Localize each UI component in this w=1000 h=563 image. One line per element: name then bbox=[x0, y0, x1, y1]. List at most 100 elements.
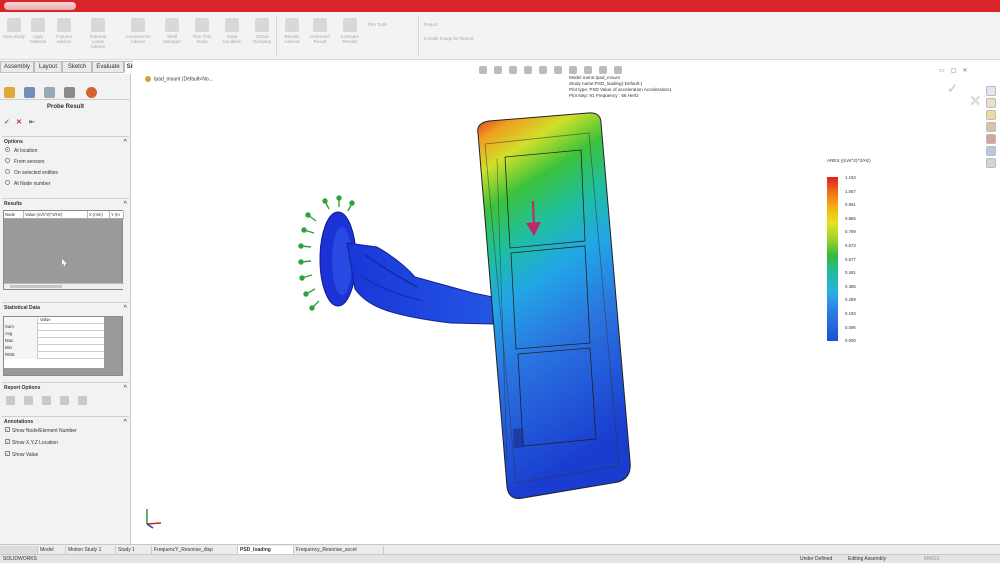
annotations-header[interactable]: Annotations ^ bbox=[2, 416, 129, 426]
initial-condition-button[interactable]: Initial Condition bbox=[218, 18, 246, 44]
task-pane-tabs bbox=[986, 86, 998, 170]
legend-value: 0.961 bbox=[845, 202, 856, 208]
col-node[interactable]: Node bbox=[4, 211, 24, 218]
col-x[interactable]: X (mm) bbox=[88, 211, 110, 218]
results-table-header: Node Value (m/s^2)^2/Hz) X (mm) Y (m bbox=[4, 211, 124, 219]
tab-assembly[interactable]: Assembly bbox=[0, 61, 34, 73]
panel-tab-icons bbox=[0, 84, 131, 100]
stats-header-row: Value bbox=[4, 317, 104, 324]
legend-title: ARES ((m/s^2)^2/Hz) bbox=[827, 158, 871, 163]
tab-layout[interactable]: Layout bbox=[34, 61, 62, 73]
stats-row: Min bbox=[4, 345, 104, 352]
results-section-header[interactable]: Results ^ bbox=[2, 198, 129, 208]
save-report-icon[interactable] bbox=[6, 396, 15, 405]
appearances-icon[interactable] bbox=[986, 134, 996, 144]
legend-value: 0.385 bbox=[845, 283, 856, 289]
ribbon-separator bbox=[276, 16, 277, 56]
options-section-header[interactable]: Options ^ bbox=[2, 136, 129, 146]
radio-icon bbox=[5, 158, 10, 164]
fixtures-advisor-button[interactable]: Fixtures Advisor bbox=[50, 18, 78, 44]
show-xyz-location-checkbox[interactable]: ✓ Show X,Y,Z Location bbox=[5, 439, 58, 447]
scrollbar-thumb[interactable] bbox=[10, 285, 62, 288]
stats-row: Max bbox=[4, 338, 104, 345]
external-loads-advisor-button[interactable]: External Loads Advisor bbox=[84, 18, 112, 49]
option-selected-entities[interactable]: On selected entities bbox=[5, 169, 58, 177]
view-palette-icon[interactable] bbox=[986, 122, 996, 132]
initial-icon bbox=[225, 18, 239, 32]
shell-manager-button[interactable]: Shell Manager bbox=[158, 18, 186, 44]
connections-icon bbox=[131, 18, 145, 32]
include-image-button[interactable]: Include Image for Report bbox=[424, 36, 514, 41]
compare-results-button[interactable]: Compare Results bbox=[336, 18, 364, 44]
apply-material-button[interactable]: Apply Material bbox=[24, 18, 52, 44]
graph-icon[interactable] bbox=[42, 396, 51, 405]
report-options-header[interactable]: Report Options ^ bbox=[2, 382, 129, 392]
deformed-icon bbox=[313, 18, 327, 32]
radio-icon bbox=[5, 169, 10, 175]
pin-icon[interactable]: ⇤ bbox=[29, 118, 35, 126]
panel-title: Probe Result bbox=[46, 104, 84, 110]
collapse-chevron-icon[interactable]: ^ bbox=[123, 199, 127, 209]
ok-check-icon[interactable]: ✓ bbox=[4, 118, 10, 126]
tab-sketch[interactable]: Sketch bbox=[62, 61, 92, 73]
cancel-x-icon[interactable]: ✕ bbox=[16, 118, 22, 126]
collapse-chevron-icon[interactable]: ^ bbox=[123, 417, 127, 427]
status-editing-mode: Editing Assembly bbox=[848, 556, 887, 562]
collapse-chevron-icon[interactable]: ^ bbox=[123, 137, 127, 147]
results-table[interactable]: Node Value (m/s^2)^2/Hz) X (mm) Y (m bbox=[3, 210, 124, 290]
design-library-icon[interactable] bbox=[986, 98, 996, 108]
property-manager-icon[interactable] bbox=[24, 87, 35, 98]
shell-icon bbox=[165, 18, 179, 32]
custom-properties-icon[interactable] bbox=[986, 146, 996, 156]
option-node-number[interactable]: At Node number bbox=[5, 180, 50, 188]
legend-value: 0.193 bbox=[845, 311, 856, 316]
resources-icon[interactable] bbox=[986, 86, 996, 96]
export-icon[interactable] bbox=[78, 396, 87, 405]
collapse-chevron-icon[interactable]: ^ bbox=[123, 303, 127, 313]
feature-tree-icon[interactable] bbox=[4, 87, 15, 98]
stats-row: Avg bbox=[4, 331, 104, 338]
checkbox-checked-icon: ✓ bbox=[5, 451, 10, 457]
file-explorer-icon[interactable] bbox=[986, 110, 996, 120]
show-value-checkbox[interactable]: ✓ Show Value bbox=[5, 451, 38, 459]
legend-color-bar bbox=[827, 177, 838, 341]
chart-icon[interactable] bbox=[24, 396, 33, 405]
coordinate-triad-icon bbox=[146, 509, 162, 529]
status-app-name: SOLIDWORKS bbox=[3, 556, 37, 562]
checkbox-checked-icon: ✓ bbox=[5, 427, 10, 433]
statistical-data-header[interactable]: Statistical Data ^ bbox=[2, 302, 129, 312]
sensor-icon[interactable] bbox=[60, 396, 69, 405]
damping-icon bbox=[255, 18, 269, 32]
connections-advisor-button[interactable]: Connections Advisor bbox=[124, 18, 152, 44]
stats-row: RMS bbox=[4, 352, 104, 359]
col-y[interactable]: Y (m bbox=[110, 211, 124, 218]
loads-icon bbox=[91, 18, 105, 32]
display-manager-icon[interactable] bbox=[86, 87, 97, 98]
results-scrollbar[interactable] bbox=[4, 283, 124, 289]
show-node-number-checkbox[interactable]: ✓ Show Node/Element Number bbox=[5, 427, 77, 435]
legend-value: 0.577 bbox=[845, 256, 856, 262]
legend-value: 0.096 bbox=[845, 324, 856, 330]
configuration-manager-icon[interactable] bbox=[44, 87, 55, 98]
results-advisor-button[interactable]: Results Advisor bbox=[278, 18, 306, 44]
forum-icon[interactable] bbox=[986, 158, 996, 168]
run-study-button[interactable]: Run This Study bbox=[188, 18, 216, 44]
report-option-icons bbox=[6, 396, 96, 406]
option-from-sensors[interactable]: From sensors bbox=[5, 158, 45, 166]
radio-icon bbox=[5, 147, 10, 153]
report-button[interactable]: Report bbox=[424, 22, 494, 27]
mouse-cursor-icon bbox=[62, 259, 67, 266]
tab-evaluate[interactable]: Evaluate bbox=[92, 61, 124, 73]
collapse-chevron-icon[interactable]: ^ bbox=[123, 383, 127, 393]
option-at-location[interactable]: At location bbox=[5, 147, 37, 155]
ribbon-separator bbox=[418, 16, 419, 56]
legend-value: 0.673 bbox=[845, 243, 856, 248]
col-value[interactable]: Value (m/s^2)^2/Hz) bbox=[24, 211, 88, 218]
dimxpert-icon[interactable] bbox=[64, 87, 75, 98]
status-sketch-state: Under Defined bbox=[800, 556, 833, 562]
global-damping-button[interactable]: Global Damping bbox=[248, 18, 276, 44]
status-units[interactable]: MMGS bbox=[924, 555, 940, 563]
deformed-result-button[interactable]: Deformed Result bbox=[306, 18, 334, 44]
graphics-viewport[interactable]: Ipad_mount (Default<No... Model name:Ipa… bbox=[133, 61, 1000, 544]
legend-value: 0.769 bbox=[845, 229, 856, 235]
